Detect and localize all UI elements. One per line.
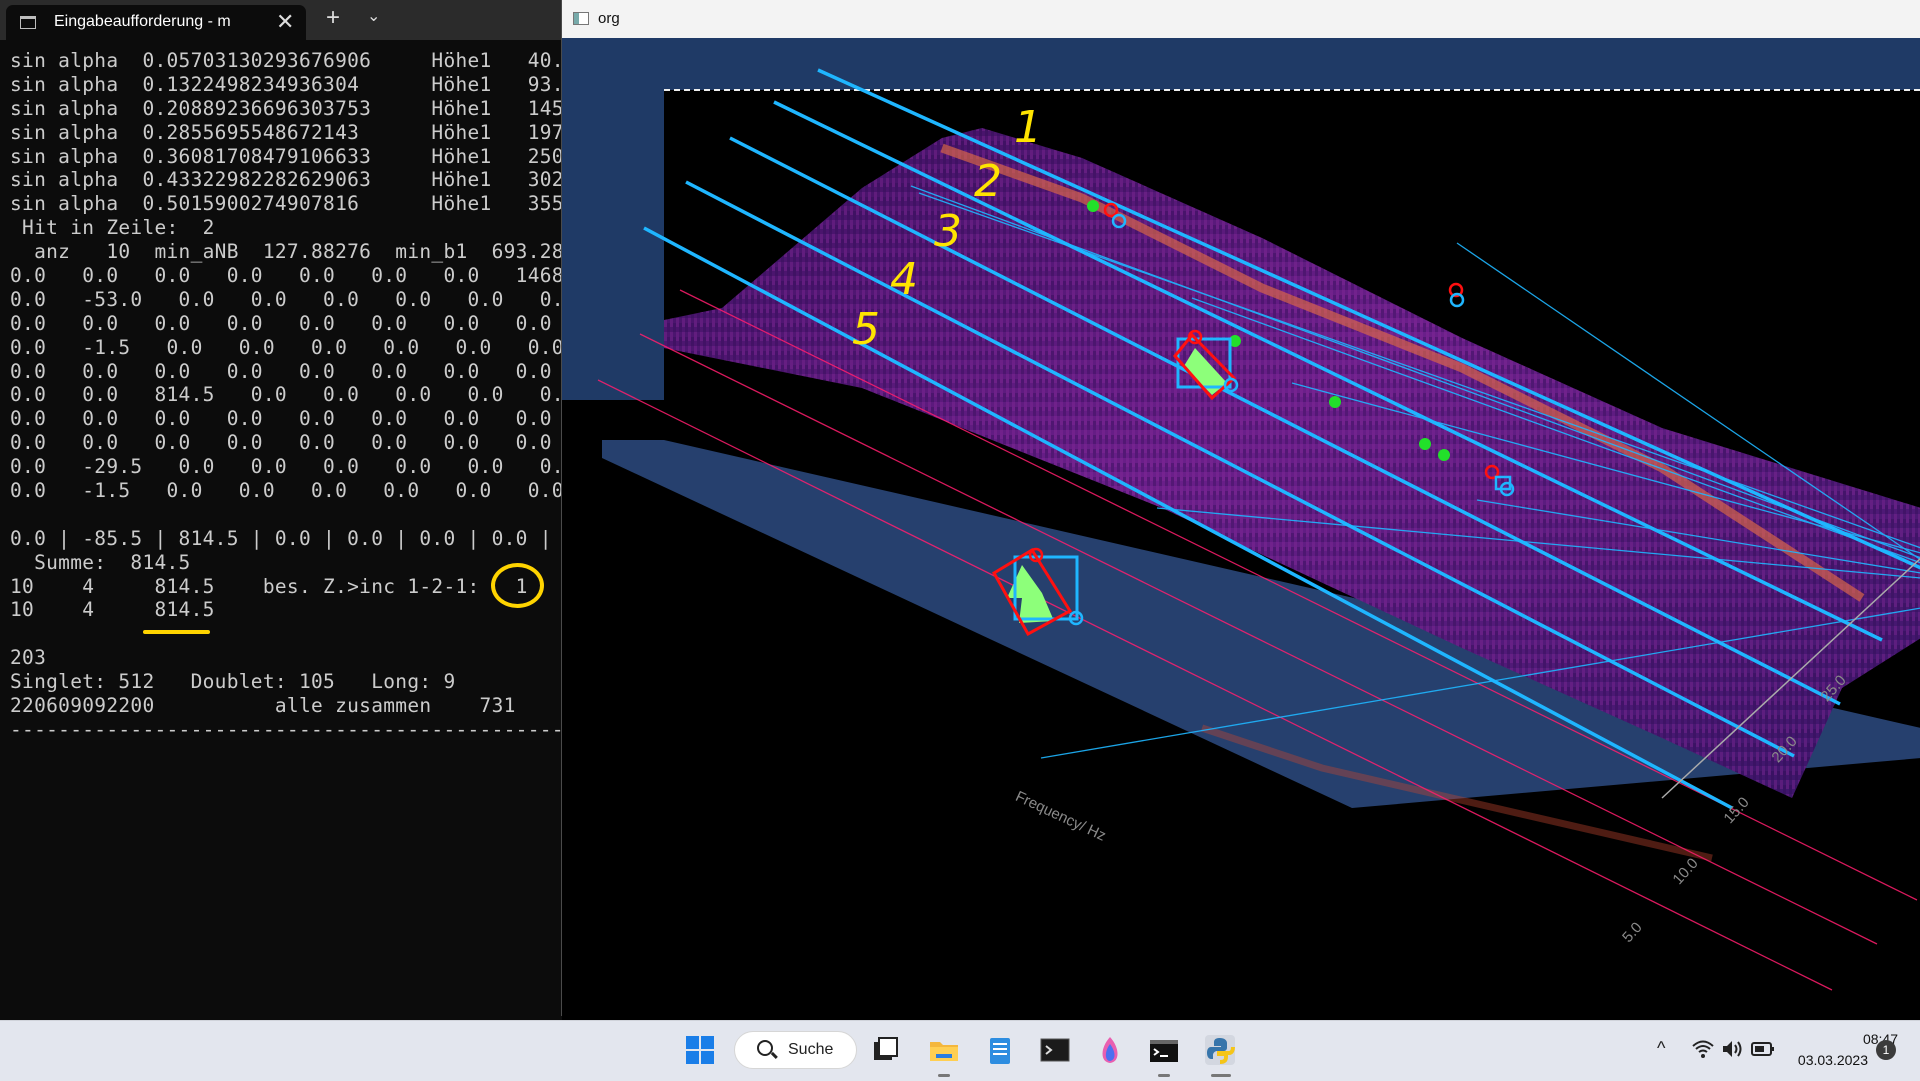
terminal-line: 203 (10, 646, 47, 670)
terminal-line: 0.0 0.0 814.5 0.0 0.0 0.0 0.0 0. (10, 383, 562, 407)
paint-icon[interactable] (1094, 1034, 1126, 1066)
terminal-line: 10 4 814.5 bes. Z.>inc 1-2-1: 1 (10, 574, 528, 598)
new-tab-button[interactable]: + (326, 4, 340, 32)
plot-window[interactable]: org 1 2 3 4 5 Frequency/ Hz 5.0 10.0 15.… (561, 0, 1920, 1016)
notification-badge[interactable]: 1 (1876, 1040, 1896, 1060)
close-tab-icon[interactable]: ✕ (276, 9, 294, 35)
terminal-line: anz 10 min_aNB 127.88276 min_b1 693.28 (10, 240, 562, 264)
search-icon (757, 1040, 773, 1056)
terminal-line: 0.0 0.0 0.0 0.0 0.0 0.0 0.0 0.0 (10, 431, 552, 455)
cmd-icon[interactable] (1148, 1034, 1180, 1066)
terminal-line: sin alpha 0.36081708479106633 Höhe1 250 (10, 144, 562, 168)
terminal-tab[interactable]: Eingabeaufforderung - m ✕ (6, 5, 306, 40)
search-label: Suche (788, 1041, 834, 1058)
annotation-1: 1 (1014, 102, 1042, 153)
terminal-line: 0.0 -53.0 0.0 0.0 0.0 0.0 0.0 0.0 (10, 287, 562, 311)
terminal-line: 0.0 0.0 0.0 0.0 0.0 0.0 0.0 0.0 (10, 407, 552, 431)
yellow-underline-annotation (143, 630, 210, 634)
terminal-output[interactable]: sin alpha 0.05703130293676906 Höhe1 40. s… (10, 49, 562, 769)
terminal-line: 0.0 -1.5 0.0 0.0 0.0 0.0 0.0 0.0 (10, 479, 562, 503)
taskbar: Suche ^ 08:47 03.03.2023 1 (0, 1020, 1920, 1081)
terminal-line: 220609092200 alle zusammen 731 (10, 694, 516, 718)
terminal-line: sin alpha 0.1322498234936304 Höhe1 93.2 (10, 72, 562, 96)
volume-icon[interactable] (1721, 1039, 1743, 1059)
annotation-2: 2 (974, 156, 1002, 207)
clock-date[interactable]: 03.03.2023 (1760, 1052, 1868, 1068)
terminal-line: ----------------------------------------… (10, 717, 562, 741)
cmd-icon (20, 16, 36, 29)
terminal-line: 0.0 -29.5 0.0 0.0 0.0 0.0 0.0 0.0 (10, 455, 562, 479)
terminal-line: 10 4 814.5 (10, 598, 215, 622)
running-indicator (1158, 1074, 1170, 1077)
terminal-line: sin alpha 0.05703130293676906 Höhe1 40. (10, 49, 562, 72)
terminal-line: 0.0 0.0 0.0 0.0 0.0 0.0 0.0 1468 (10, 264, 562, 288)
terminal-line: Singlet: 512 Doublet: 105 Long: 9 (10, 670, 456, 694)
terminal-tab-bar: Eingabeaufforderung - m ✕ + ⌄ (0, 0, 562, 40)
plot-title-bar: org (562, 0, 1920, 38)
terminal-line: 0.0 | -85.5 | 814.5 | 0.0 | 0.0 | 0.0 | … (10, 526, 552, 550)
terminal-line: 0.0 0.0 0.0 0.0 0.0 0.0 0.0 0.0 (10, 311, 552, 335)
start-icon[interactable] (684, 1034, 716, 1066)
terminal-line: sin alpha 0.43322982282629063 Höhe1 302 (10, 168, 562, 192)
terminal-line: sin alpha 0.2855695548672143 Höhe1 197. (10, 120, 562, 144)
yellow-circle-annotation (491, 563, 544, 608)
running-indicator (938, 1074, 950, 1077)
terminal-line: 0.0 -1.5 0.0 0.0 0.0 0.0 0.0 0.0 (10, 335, 562, 359)
terminal-line: sin alpha 0.20889236696303753 Höhe1 145 (10, 96, 562, 120)
terminal-tab-title: Eingabeaufforderung - m (54, 13, 231, 30)
annotation-5: 5 (852, 304, 880, 355)
terminal-window[interactable]: Eingabeaufforderung - m ✕ + ⌄ sin alpha … (0, 0, 562, 1020)
running-indicator-active (1211, 1074, 1231, 1077)
terminal-line: 0.0 0.0 0.0 0.0 0.0 0.0 0.0 0.0 (10, 359, 552, 383)
python-icon[interactable] (1204, 1034, 1236, 1066)
annotation-4: 4 (890, 254, 918, 305)
chevron-down-icon[interactable]: ⌄ (367, 6, 380, 26)
wifi-icon[interactable] (1692, 1039, 1714, 1059)
file-explorer-icon[interactable] (928, 1034, 960, 1066)
search-box[interactable]: Suche (734, 1031, 857, 1069)
spectrogram-canvas[interactable]: 1 2 3 4 5 (562, 38, 1920, 1016)
annotation-3: 3 (934, 206, 962, 257)
notepad-icon[interactable] (984, 1034, 1016, 1066)
task-view-icon[interactable] (870, 1034, 902, 1066)
plot-window-title: org (598, 10, 620, 27)
terminal-line: sin alpha 0.5015900274907816 Höhe1 355. (10, 192, 562, 216)
window-icon (573, 12, 589, 25)
terminal-line: Summe: 814.5 (10, 550, 191, 574)
tray-overflow-icon[interactable]: ^ (1657, 1038, 1665, 1059)
terminal-line: Hit in Zeile: 2 (10, 216, 215, 240)
terminal-icon[interactable] (1039, 1034, 1071, 1066)
